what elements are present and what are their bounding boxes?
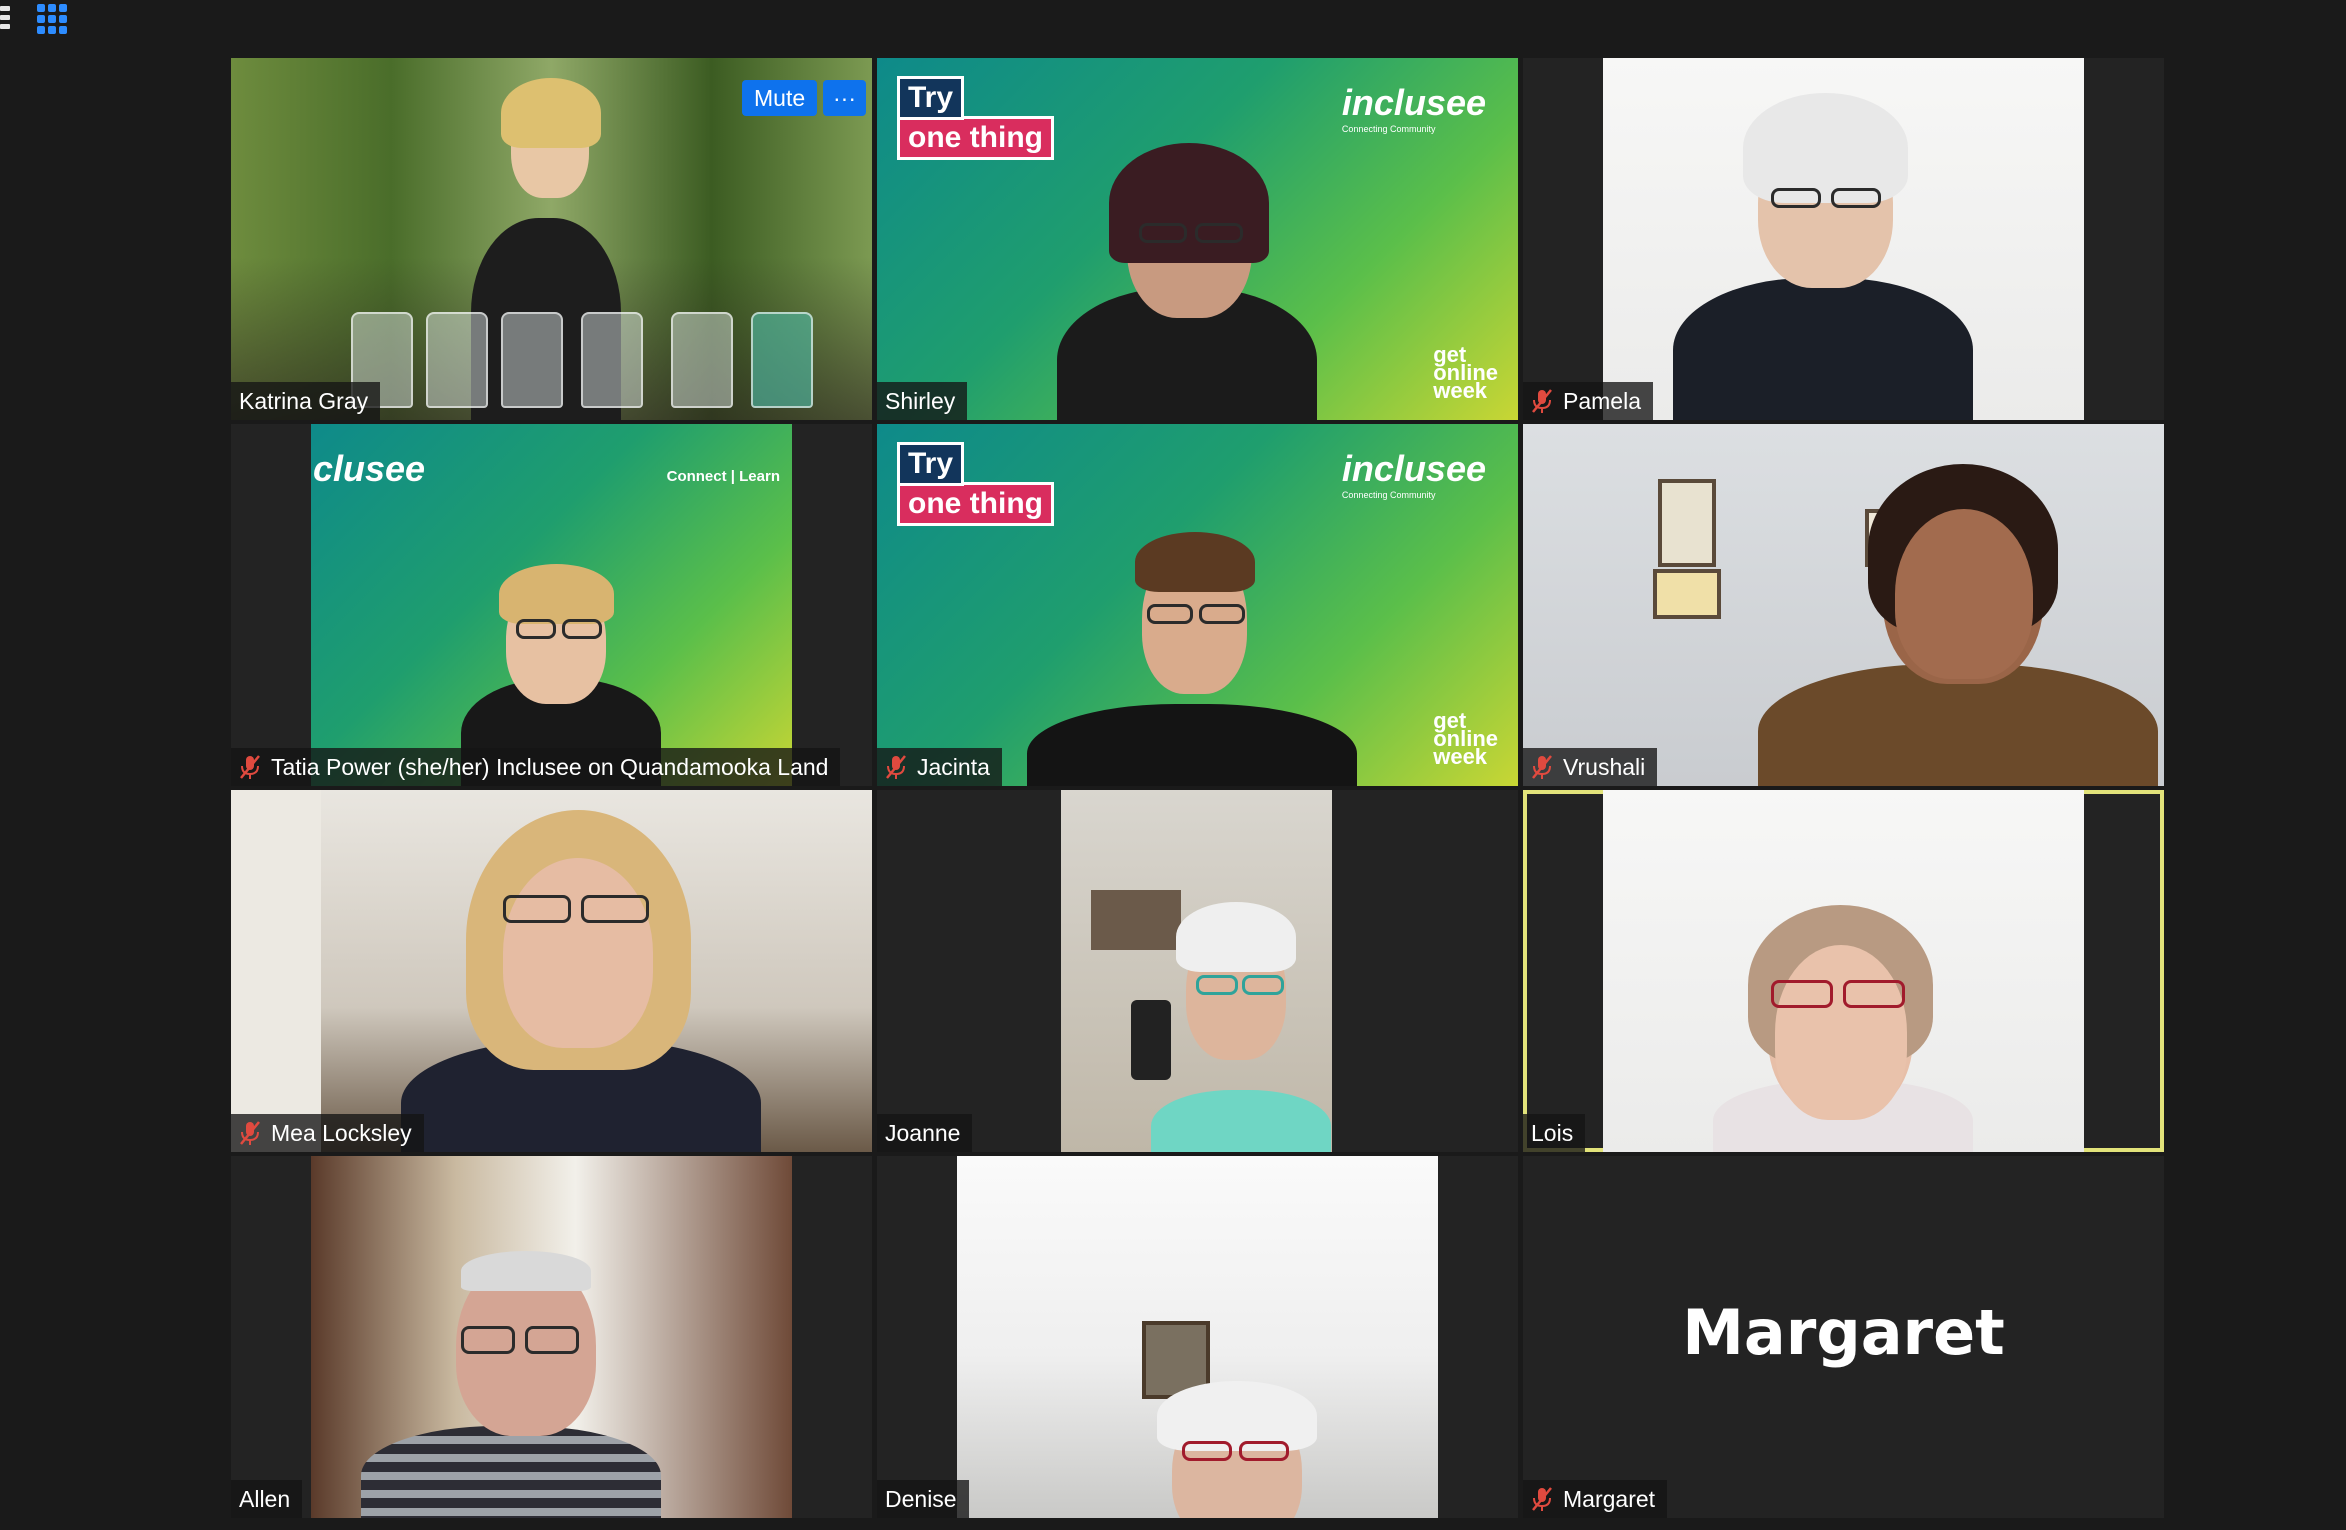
logo-text: inclusee: [1341, 82, 1486, 123]
participant-tile-margaret[interactable]: Margaret Margaret: [1523, 1156, 2164, 1518]
more-options-button[interactable]: ···: [823, 80, 866, 116]
participant-video: [231, 790, 872, 1152]
brand-tagline: Connect | Learn: [666, 468, 780, 485]
wall-panel: [231, 790, 321, 1152]
participant-tile-tatia-power[interactable]: clusee Connect | Learn Tatia Power (she/…: [231, 424, 872, 786]
wall-frame: [1653, 569, 1721, 619]
participant-name-label: Joanne: [877, 1114, 973, 1152]
participant-name-label: Margaret: [1523, 1480, 1668, 1518]
participant-video: Try one thing inclusee Connecting Communi…: [877, 424, 1518, 786]
try-one-thing-badge: Try one thing: [897, 442, 1054, 526]
participant-tile-lois[interactable]: Lois: [1523, 790, 2164, 1152]
phone: [1131, 1000, 1171, 1080]
mic-muted-icon: [886, 755, 906, 779]
participant-video: [1603, 790, 2084, 1152]
participant-name: Mea Locksley: [271, 1120, 412, 1146]
bookshelf: [1091, 890, 1181, 950]
participant-name: Pamela: [1563, 388, 1641, 414]
participant-name-label: Katrina Gray: [231, 382, 381, 420]
participant-video: clusee Connect | Learn: [311, 424, 792, 786]
participant-tile-joanne[interactable]: Joanne: [877, 790, 1518, 1152]
participant-video: [1603, 58, 2084, 420]
gow-week: week: [1433, 378, 1488, 403]
logo-subtext: Connecting Community: [1341, 490, 1436, 500]
mic-muted-icon: [1532, 389, 1552, 413]
hamburger-menu-icon[interactable]: [0, 6, 10, 30]
participant-name-label: Vrushali: [1523, 748, 1658, 786]
participant-tile-vrushali[interactable]: Vrushali: [1523, 424, 2164, 786]
mute-button[interactable]: Mute: [742, 80, 818, 116]
participant-name: Allen: [239, 1486, 291, 1512]
try-one-thing-badge: Try one thing: [897, 76, 1054, 160]
participant-name: Lois: [1531, 1120, 1574, 1146]
participant-name: Jacinta: [917, 754, 990, 780]
participant-video: [957, 1156, 1438, 1518]
inclusee-logo: inclusee Connecting Community: [1342, 448, 1486, 500]
gow-week: week: [1433, 744, 1488, 769]
participant-name: Katrina Gray: [239, 388, 369, 414]
mic-muted-icon: [1532, 755, 1552, 779]
participant-name-label: Jacinta: [877, 748, 1002, 786]
participant-name-label: Mea Locksley: [231, 1114, 424, 1152]
participant-name: Shirley: [885, 388, 956, 414]
participant-name: Joanne: [885, 1120, 961, 1146]
logo-text: inclusee: [1341, 448, 1486, 489]
brand-try-text: Try: [897, 76, 965, 120]
participant-tile-shirley[interactable]: Try one thing inclusee Connecting Communi…: [877, 58, 1518, 420]
inclusee-logo: inclusee Connecting Community: [1342, 82, 1486, 134]
participant-tile-denise[interactable]: Denise: [877, 1156, 1518, 1518]
participant-tile-jacinta[interactable]: Try one thing inclusee Connecting Communi…: [877, 424, 1518, 786]
participant-display-name: Margaret: [1682, 1296, 2005, 1369]
brand-one-thing-text: one thing: [897, 482, 1054, 526]
participant-tile-pamela[interactable]: Pamela: [1523, 58, 2164, 420]
participant-name-label: Tatia Power (she/her) Inclusee on Quanda…: [231, 748, 841, 786]
inclusee-logo: clusee: [313, 448, 425, 490]
logo-text: clusee: [313, 448, 426, 489]
participant-name: Denise: [885, 1486, 957, 1512]
wall-frame: [1658, 479, 1716, 567]
mic-muted-icon: [240, 1121, 260, 1145]
participant-video: [1061, 790, 1332, 1152]
participant-video: Try one thing inclusee Connecting Communi…: [877, 58, 1518, 420]
get-online-week-logo: get online week: [1433, 344, 1498, 403]
participant-name-label: Pamela: [1523, 382, 1653, 420]
participant-name-label: Lois: [1523, 1114, 1586, 1152]
participant-name-label: Shirley: [877, 382, 968, 420]
mic-muted-icon: [1532, 1487, 1552, 1511]
participant-video: [311, 1156, 792, 1518]
participant-tile-allen[interactable]: Allen: [231, 1156, 872, 1518]
participant-name: Vrushali: [1563, 754, 1646, 780]
get-online-week-logo: get online week: [1433, 710, 1498, 769]
brand-try-text: Try: [897, 442, 965, 486]
participant-name-label: Allen: [231, 1480, 303, 1518]
brand-one-thing-text: one thing: [897, 116, 1054, 160]
mic-muted-icon: [240, 755, 260, 779]
participant-name-label: Denise: [877, 1480, 969, 1518]
participant-name: Tatia Power (she/her) Inclusee on Quanda…: [271, 754, 829, 780]
gallery-view-icon[interactable]: [37, 4, 67, 34]
meeting-top-bar: [0, 0, 2346, 50]
participant-name: Margaret: [1563, 1486, 1656, 1512]
participant-video: [1523, 424, 2164, 786]
participant-tile-mea-locksley[interactable]: Mea Locksley: [231, 790, 872, 1152]
logo-subtext: Connecting Community: [1341, 124, 1436, 134]
participant-tile-katrina-gray[interactable]: Mute ··· Katrina Gray: [231, 58, 872, 420]
